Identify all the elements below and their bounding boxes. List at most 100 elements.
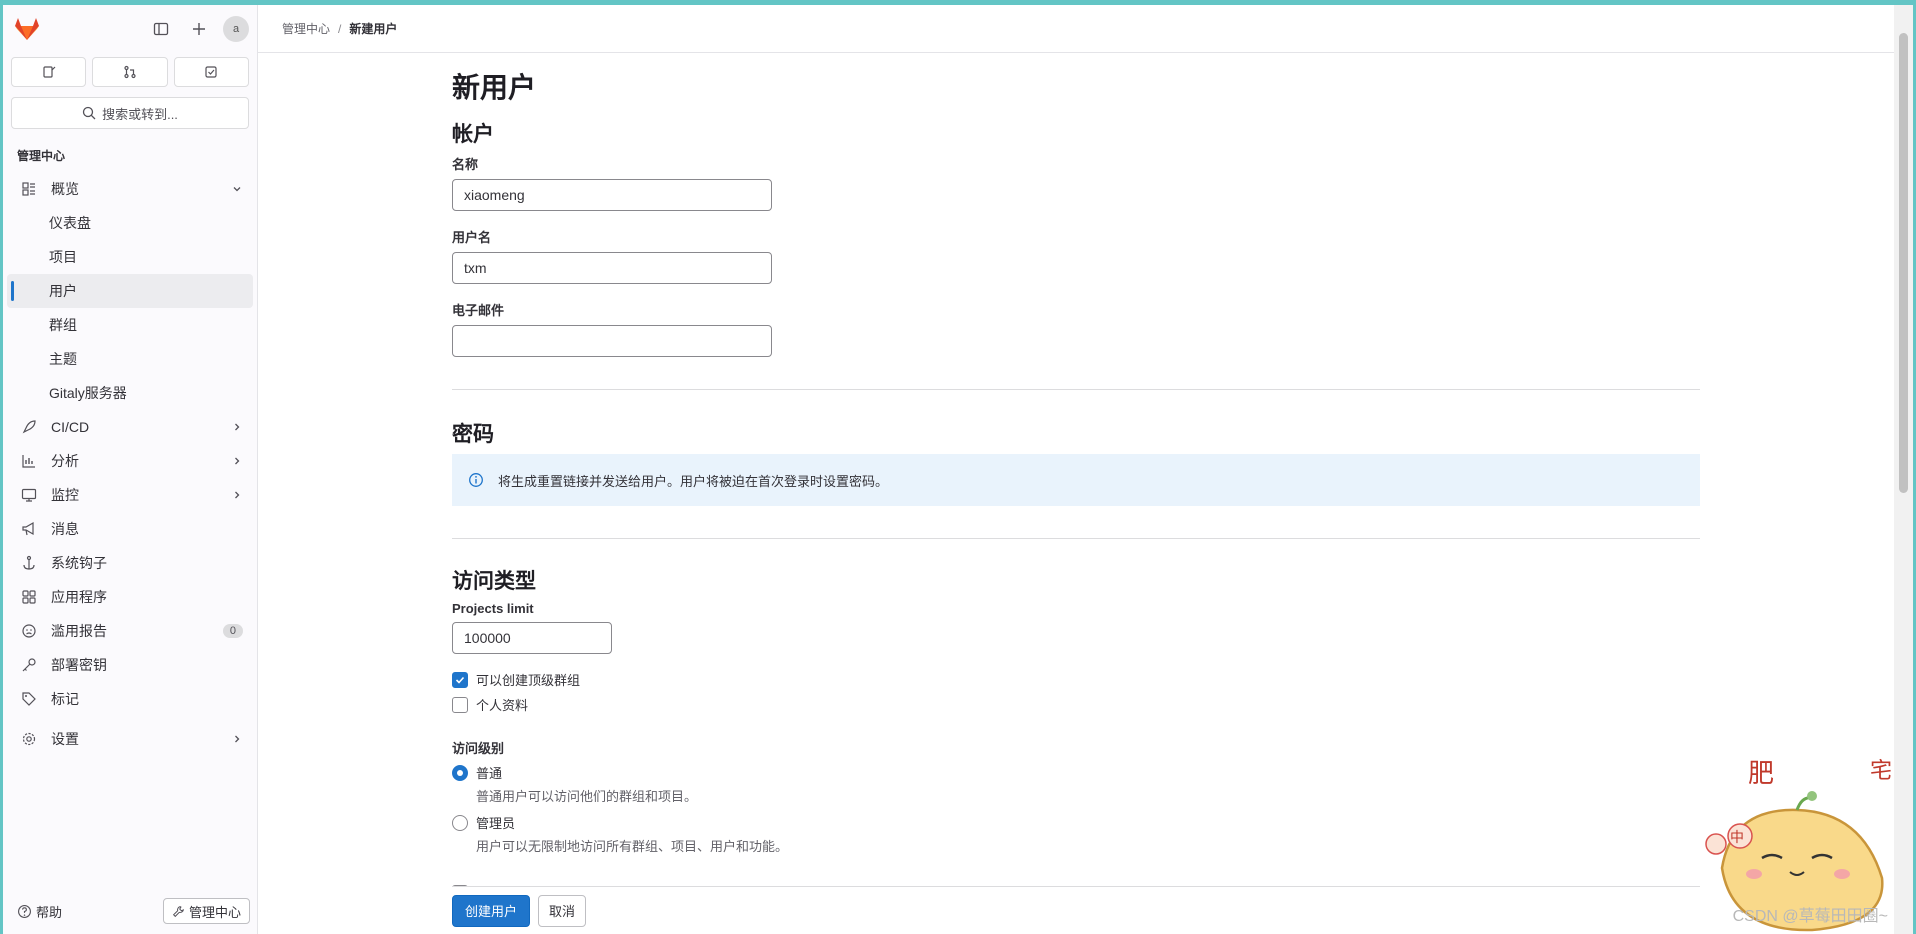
access-level-admin-help: 用户可以无限制地访问所有群组、项目、用户和功能。	[476, 839, 789, 854]
sidebar-item-gitaly[interactable]: Gitaly服务器	[7, 376, 253, 410]
name-label: 名称	[452, 157, 479, 172]
sticker-text: 中	[1730, 830, 1744, 846]
overview-icon	[19, 179, 39, 199]
sidebar-item-abuse-reports[interactable]: 滥用报告 0	[7, 614, 253, 648]
help-button[interactable]: 帮助	[17, 902, 62, 921]
label-icon	[19, 689, 39, 709]
sidebar-item-label: 滥用报告	[51, 623, 107, 639]
sidebar-item-label: 标记	[51, 691, 79, 707]
email-label: 电子邮件	[452, 303, 505, 318]
abuse-icon	[19, 621, 39, 641]
todo-tab-icon[interactable]	[173, 57, 249, 87]
check-icon	[455, 676, 465, 684]
sidebar-item-cicd[interactable]: CI/CD	[7, 410, 253, 444]
divider	[452, 389, 1700, 390]
projects-limit-input[interactable]: 100000	[452, 622, 612, 654]
info-icon	[469, 473, 483, 487]
chevron-right-icon	[231, 489, 243, 501]
sidebar-item-monitoring[interactable]: 监控	[7, 478, 253, 512]
sidebar-item-messages[interactable]: 消息	[7, 512, 253, 546]
password-info-alert: 将生成重置链接并发送给用户。用户将被迫在首次登录时设置密码。	[452, 454, 1700, 506]
name-value: xiaomeng	[464, 187, 525, 203]
rocket-icon	[19, 417, 39, 437]
breadcrumb-separator: /	[338, 21, 342, 36]
help-label: 帮助	[36, 904, 63, 920]
watermark: CSDN @草莓田田圈~	[1732, 908, 1888, 925]
can-create-group-label: 可以创建顶级群组	[476, 673, 581, 688]
sidebar-search-button[interactable]: 搜索或转到...	[11, 97, 249, 129]
breadcrumb-current: 新建用户	[349, 22, 398, 36]
private-profile-checkbox[interactable]	[452, 696, 468, 713]
sidebar-item-overview[interactable]: 概览	[7, 172, 253, 206]
sidebar-footer: 帮助 管理中心	[3, 888, 258, 934]
access-level-admin-option[interactable]: 管理员	[452, 813, 1700, 832]
sidebar: a 搜索或转到... 管理中心 概览 仪表盘 项目 用户 群组 主题 Gital…	[3, 5, 258, 934]
access-level-admin-radio[interactable]	[452, 814, 468, 831]
access-heading: 访问类型	[452, 570, 536, 593]
sidebar-item-dashboard[interactable]: 仪表盘	[7, 206, 253, 240]
gear-icon	[19, 729, 39, 749]
access-level-regular-label: 普通	[476, 766, 503, 781]
sidebar-section-title: 管理中心	[17, 149, 66, 163]
sidebar-item-label: 分析	[51, 453, 79, 469]
sticker-text: 肥	[1748, 759, 1774, 789]
sidebar-item-system-hooks[interactable]: 系统钩子	[7, 546, 253, 580]
name-input[interactable]: xiaomeng	[452, 179, 772, 211]
sidebar-item-label: CI/CD	[51, 419, 90, 435]
sidebar-item-topics[interactable]: 主题	[7, 342, 253, 376]
merge-requests-tab-icon[interactable]	[92, 57, 168, 87]
password-alert-text: 将生成重置链接并发送给用户。用户将被迫在首次登录时设置密码。	[498, 473, 889, 489]
private-profile-option[interactable]: 个人资料	[452, 695, 1700, 714]
gitlab-logo-icon[interactable]	[11, 13, 43, 45]
can-create-group-option[interactable]: 可以创建顶级群组	[452, 670, 1700, 689]
sidebar-item-label: 设置	[51, 731, 79, 747]
page-scrollbar[interactable]	[1894, 5, 1913, 934]
projects-limit-label: Projects limit	[452, 601, 534, 616]
sidebar-item-analytics[interactable]: 分析	[7, 444, 253, 478]
key-icon	[19, 655, 39, 675]
bullhorn-icon	[19, 519, 39, 539]
issues-tab-icon[interactable]	[11, 57, 87, 87]
sidebar-item-projects[interactable]: 项目	[7, 240, 253, 274]
admin-area-button[interactable]: 管理中心	[162, 898, 250, 924]
sidebar-item-label: 应用程序	[51, 589, 107, 605]
sidebar-item-settings[interactable]: 设置	[7, 722, 253, 756]
sidebar-item-applications[interactable]: 应用程序	[7, 580, 253, 614]
email-input[interactable]	[452, 325, 772, 357]
sidebar-item-label: 系统钩子	[51, 555, 107, 571]
help-icon	[18, 904, 31, 918]
sidebar-item-labels[interactable]: 标记	[7, 682, 253, 716]
breadcrumb-admin-link[interactable]: 管理中心	[282, 20, 330, 37]
apps-icon	[19, 587, 39, 607]
sidebar-item-users[interactable]: 用户	[7, 274, 253, 308]
create-user-button[interactable]: 创建用户	[452, 894, 531, 927]
page-title: 新用户	[452, 72, 537, 103]
admin-area-label: 管理中心	[188, 904, 241, 920]
sidebar-item-deploy-keys[interactable]: 部署密钥	[7, 648, 253, 682]
avatar[interactable]: a	[223, 16, 249, 42]
sidebar-item-groups[interactable]: 群组	[7, 308, 253, 342]
projects-limit-value: 100000	[464, 630, 511, 646]
private-profile-label: 个人资料	[476, 698, 529, 713]
sidebar-item-label: 部署密钥	[51, 657, 107, 673]
password-heading: 密码	[452, 423, 494, 446]
breadcrumb: 管理中心 / 新建用户	[258, 5, 1894, 53]
can-create-group-checkbox[interactable]	[452, 671, 468, 688]
chevron-right-icon	[231, 455, 243, 467]
sidebar-quick-tabs	[3, 57, 257, 87]
cancel-button[interactable]: 取消	[538, 894, 587, 927]
access-level-admin-label: 管理员	[476, 816, 516, 831]
username-input[interactable]: txm	[452, 252, 772, 284]
search-placeholder: 搜索或转到...	[102, 106, 178, 122]
chevron-down-icon	[231, 183, 243, 195]
scrollbar-thumb[interactable]	[1899, 33, 1908, 493]
chart-icon	[19, 451, 39, 471]
access-level-regular-radio[interactable]	[452, 764, 468, 781]
access-level-label: 访问级别	[452, 741, 505, 756]
username-value: txm	[464, 260, 487, 276]
sidebar-toggle-icon[interactable]	[147, 15, 175, 43]
sidebar-header: a	[3, 5, 257, 53]
access-level-regular-option[interactable]: 普通	[452, 763, 1700, 782]
sidebar-item-label: 消息	[51, 521, 79, 537]
plus-icon[interactable]	[185, 15, 213, 43]
